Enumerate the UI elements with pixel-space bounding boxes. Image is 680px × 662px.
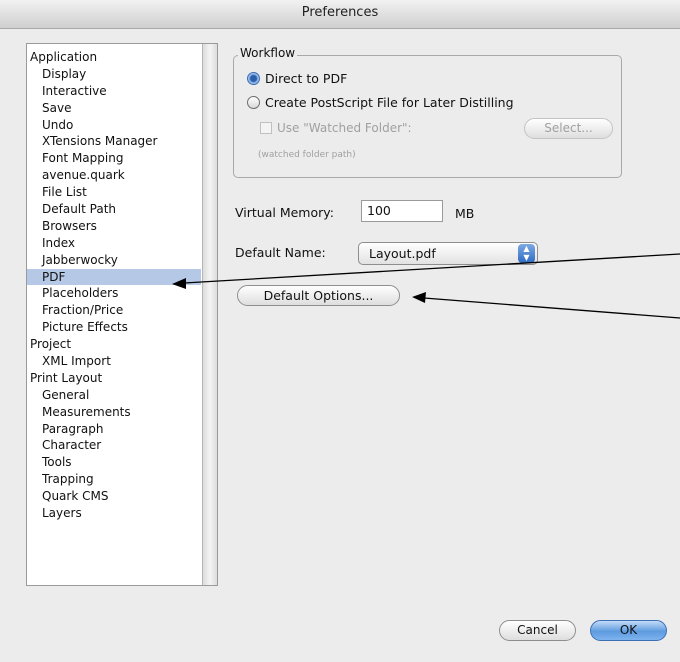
sidebar-item[interactable]: Quark CMS (27, 488, 201, 505)
radio-unselected-icon (247, 96, 260, 109)
sidebar-item[interactable]: Interactive (27, 83, 201, 100)
sidebar-item[interactable]: Application (27, 49, 201, 66)
sidebar-item[interactable]: XML Import (27, 353, 201, 370)
default-name-value: Layout.pdf (369, 246, 436, 261)
virtual-memory-label: Virtual Memory: (235, 205, 334, 220)
sidebar-item[interactable]: Character (27, 437, 201, 454)
sidebar-item[interactable]: Trapping (27, 471, 201, 488)
sidebar-item[interactable]: Measurements (27, 404, 201, 421)
preferences-category-list[interactable]: Application Display Interactive Save Undo XTe… (26, 43, 218, 586)
radio-direct-to-pdf-label: Direct to PDF (265, 71, 348, 86)
sidebar-item[interactable]: Save (27, 100, 201, 117)
sidebar-item[interactable]: Placeholders (27, 285, 201, 302)
radio-create-postscript-label: Create PostScript File for Later Distill… (265, 95, 514, 110)
popup-arrows-icon: ▲ ▼ (518, 244, 535, 263)
sidebar-item[interactable]: Display (27, 66, 201, 83)
select-button[interactable]: Select... (524, 118, 613, 139)
radio-direct-to-pdf[interactable]: Direct to PDF (247, 71, 347, 86)
sidebar-item[interactable]: Tools (27, 454, 201, 471)
watched-folder-path: (watched folder path) (258, 150, 356, 160)
sidebar-item[interactable]: Default Path (27, 201, 201, 218)
window-title: Preferences (301, 5, 379, 20)
sidebar-item[interactable]: XTensions Manager (27, 133, 201, 150)
default-name-label: Default Name: (235, 245, 326, 260)
workflow-group-label: Workflow (238, 46, 298, 60)
cancel-button[interactable]: Cancel (499, 620, 576, 641)
vertical-scrollbar[interactable] (202, 44, 217, 585)
sidebar-item[interactable]: Paragraph (27, 421, 201, 438)
arrow-to-default-options (423, 297, 680, 319)
radio-selected-icon (247, 72, 260, 85)
radio-create-postscript[interactable]: Create PostScript File for Later Distill… (247, 95, 514, 110)
sidebar-item[interactable]: Picture Effects (27, 319, 201, 336)
sidebar-item[interactable]: General (27, 387, 201, 404)
title-bar[interactable]: Preferences (0, 0, 680, 29)
ok-button[interactable]: OK (590, 620, 667, 641)
virtual-memory-unit: MB (455, 206, 475, 221)
sidebar-item[interactable]: PDF (27, 268, 201, 286)
sidebar-item[interactable]: Fraction/Price (27, 302, 201, 319)
sidebar-item[interactable]: avenue.quark (27, 167, 201, 184)
sidebar-item[interactable]: File List (27, 184, 201, 201)
watched-folder-label: Use "Watched Folder": (277, 121, 412, 135)
sidebar-item[interactable]: Undo (27, 117, 201, 134)
sidebar-item[interactable]: Browsers (27, 218, 201, 235)
sidebar-item[interactable]: Index (27, 235, 201, 252)
default-options-button[interactable]: Default Options... (237, 285, 400, 306)
sidebar-item[interactable]: Print Layout (27, 370, 201, 387)
sidebar-item[interactable]: Layers (27, 505, 201, 522)
sidebar-item[interactable]: Jabberwocky (27, 252, 201, 269)
watched-folder-checkbox[interactable] (260, 122, 272, 134)
sidebar-item[interactable]: Project (27, 336, 201, 353)
default-name-popup[interactable]: Layout.pdf ▲ ▼ (358, 242, 538, 265)
virtual-memory-input[interactable]: 100 (361, 200, 443, 222)
arrow-head-options (412, 292, 426, 303)
category-list-items: Application Display Interactive Save Undo XTe… (27, 49, 201, 522)
sidebar-item[interactable]: Font Mapping (27, 150, 201, 167)
